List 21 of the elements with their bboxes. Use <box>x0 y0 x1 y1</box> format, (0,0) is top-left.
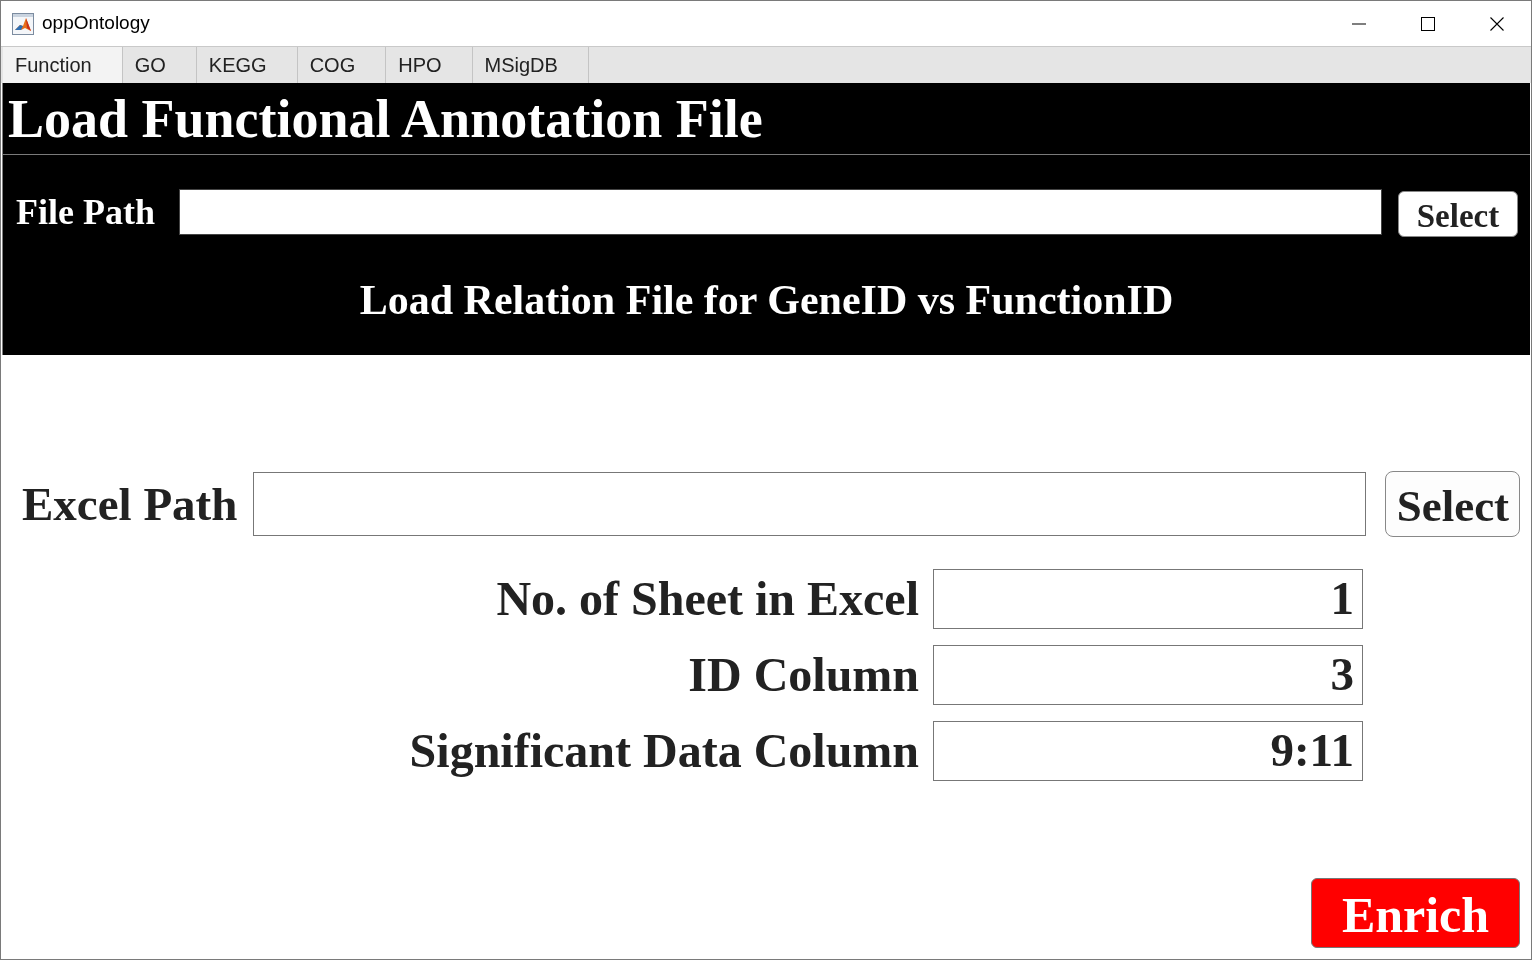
field-label: File Path <box>16 191 155 234</box>
select-button[interactable]: Select <box>1398 191 1518 237</box>
number-field[interactable]: 1 <box>933 568 1363 629</box>
enrich-button[interactable]: Enrich <box>1311 878 1520 948</box>
maximize-icon <box>1420 16 1435 31</box>
app-icon <box>12 12 34 35</box>
section-heading: Load Relation File for GeneID vs FunctionID <box>358 276 1175 325</box>
window-title: oppOntology <box>42 11 150 36</box>
minimize-icon <box>1351 22 1366 25</box>
panel-title: Load Functional Annotation File <box>3 83 1530 155</box>
excel-path-field[interactable] <box>253 472 1367 537</box>
file-path-field[interactable] <box>179 189 1382 235</box>
tab[interactable]: Function <box>3 47 123 83</box>
field-label: Excel Path <box>22 477 238 532</box>
field-label: Significant Data Column <box>408 722 919 779</box>
field-label: ID Column <box>687 646 919 703</box>
close-icon <box>1489 16 1504 31</box>
number-field[interactable]: 3 <box>933 644 1363 705</box>
number-field[interactable]: 9:11 <box>933 720 1363 781</box>
field-label: No. of Sheet in Excel <box>495 570 919 627</box>
select-button[interactable]: Select <box>1385 471 1521 538</box>
